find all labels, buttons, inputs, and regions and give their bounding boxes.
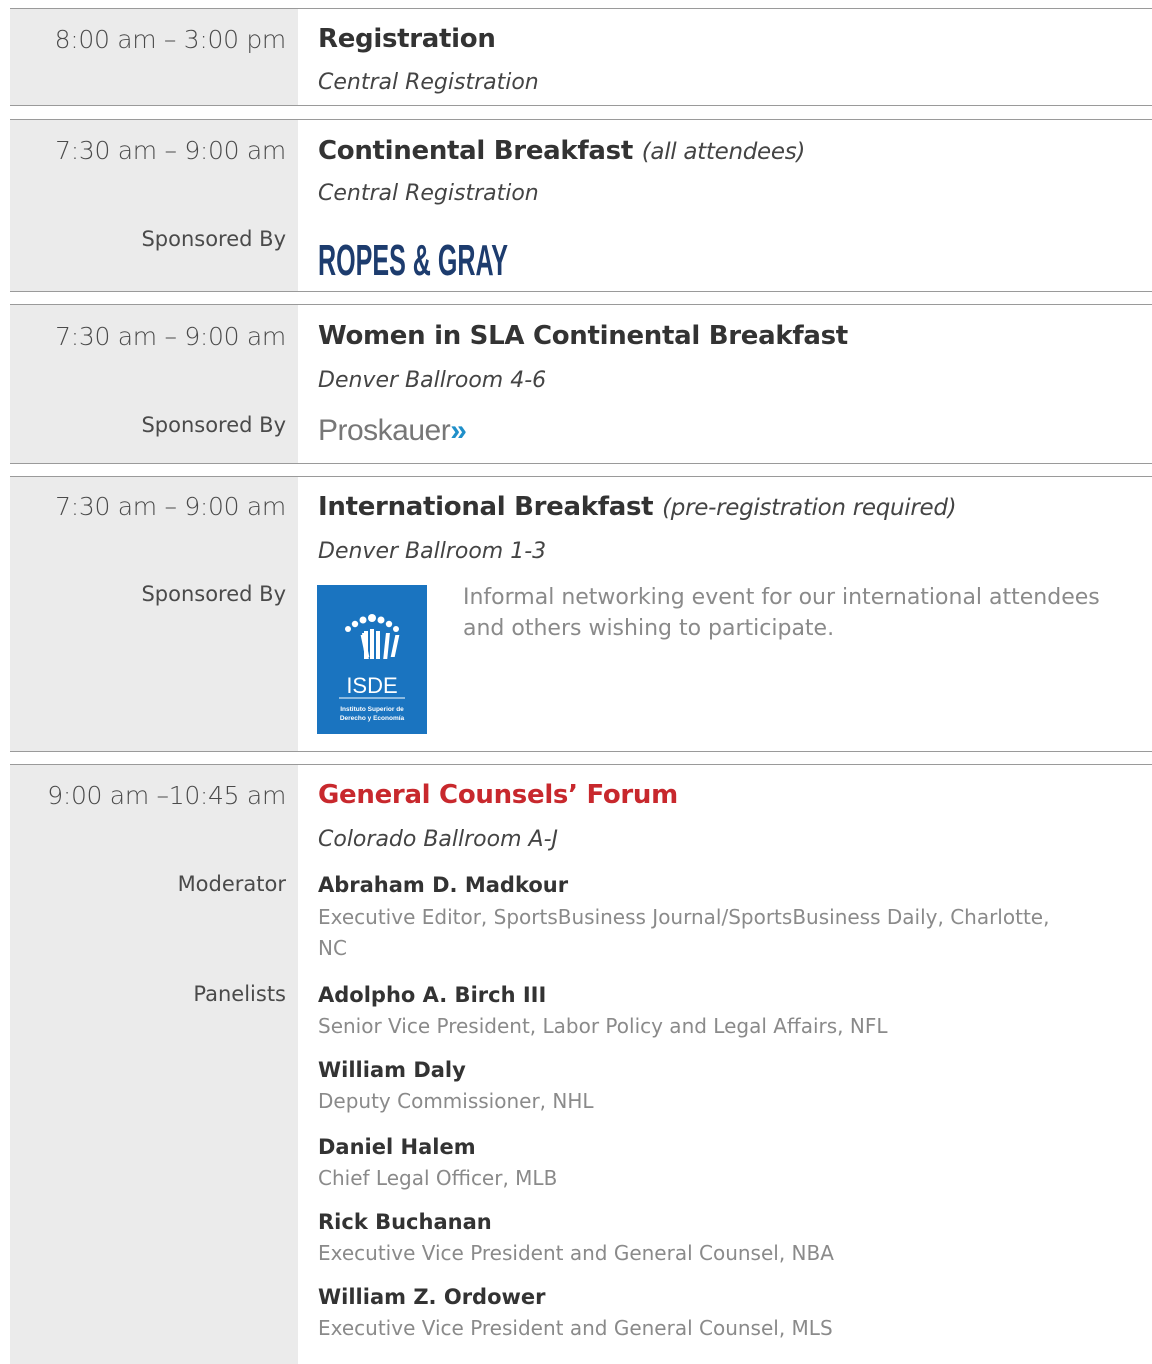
session-time: 7:30 am – 9:00 am (55, 322, 286, 351)
session-description: Informal networking event for our intern… (463, 585, 1100, 641)
sponsor-label: Sponsored By (141, 413, 286, 437)
panelist-name: William Z. Ordower (318, 1285, 546, 1309)
session-time: 7:30 am – 9:00 am (55, 136, 286, 165)
divider (10, 105, 1152, 106)
divider (10, 463, 1152, 464)
svg-text:Instituto Superior de: Instituto Superior de (340, 706, 404, 713)
panelist-role: Executive Vice President and General Cou… (318, 1241, 834, 1265)
ropes-gray-logo-text: ROPES & GRAY (318, 236, 508, 281)
panelist-name: Daniel Halem (318, 1135, 476, 1159)
time-column (10, 9, 298, 105)
session-general-counsels-forum (10, 765, 1152, 1364)
isde-logo-emblem: ISDE Instituto Superior de Derecho y Eco… (339, 614, 405, 722)
session-title: Women in SLA Continental Breakfast (318, 321, 848, 351)
session-title: Registration (318, 24, 496, 54)
session-title-note: (pre-registration required) (662, 495, 957, 521)
panelist-role: Senior Vice President, Labor Policy and … (318, 1014, 888, 1038)
session-registration (10, 9, 1152, 105)
session-title: Continental Breakfast (all attendees) (318, 136, 805, 166)
proskauer-logo-text: Proskauer (318, 414, 451, 447)
svg-text:Derecho y Economía: Derecho y Economía (340, 715, 405, 722)
session-venue: Denver Ballroom 4-6 (318, 368, 547, 393)
moderator-role: Executive Editor, SportsBusiness Journal… (318, 905, 1050, 960)
sponsor-label: Sponsored By (141, 227, 286, 251)
panelist-role: Deputy Commissioner, NHL (318, 1089, 594, 1113)
session-title-text: Continental Breakfast (318, 136, 633, 166)
panelist-role: Executive Vice President and General Cou… (318, 1316, 833, 1340)
panelist-role: Chief Legal Officer, MLB (318, 1166, 558, 1190)
moderator-label: Moderator (177, 872, 286, 896)
panelist-name: William Daly (318, 1058, 466, 1082)
session-venue: Central Registration (318, 181, 539, 206)
chevron-right-icon: » (450, 414, 467, 447)
session-title: International Breakfast (pre-registratio… (318, 492, 957, 522)
moderator-name: Abraham D. Madkour (318, 873, 569, 897)
session-title-text: International Breakfast (318, 492, 654, 522)
isde-logo: ISDE Instituto Superior de Derecho y Eco… (317, 585, 427, 734)
panelist-name: Adolpho A. Birch III (318, 983, 547, 1007)
session-time: 9:00 am –10:45 am (47, 781, 286, 810)
session-time: 7:30 am – 9:00 am (55, 492, 286, 521)
session-venue: Colorado Ballroom A-J (318, 827, 559, 852)
divider (10, 751, 1152, 752)
time-column (10, 765, 298, 1364)
session-time: 8:00 am – 3:00 pm (54, 25, 287, 54)
session-title: General Counsels’ Forum (318, 780, 678, 810)
proskauer-logo: Proskauer» (318, 414, 467, 448)
panelist-name: Rick Buchanan (318, 1210, 492, 1234)
divider (10, 291, 1152, 292)
session-venue: Denver Ballroom 1-3 (318, 539, 547, 564)
session-title-note: (all attendees) (641, 139, 806, 165)
session-venue: Central Registration (318, 70, 539, 95)
sponsor-label: Sponsored By (141, 582, 286, 606)
panelists-label: Panelists (193, 982, 286, 1006)
isde-logo-text: ISDE (346, 673, 397, 698)
ropes-gray-logo: ROPES & GRAY (318, 236, 508, 281)
